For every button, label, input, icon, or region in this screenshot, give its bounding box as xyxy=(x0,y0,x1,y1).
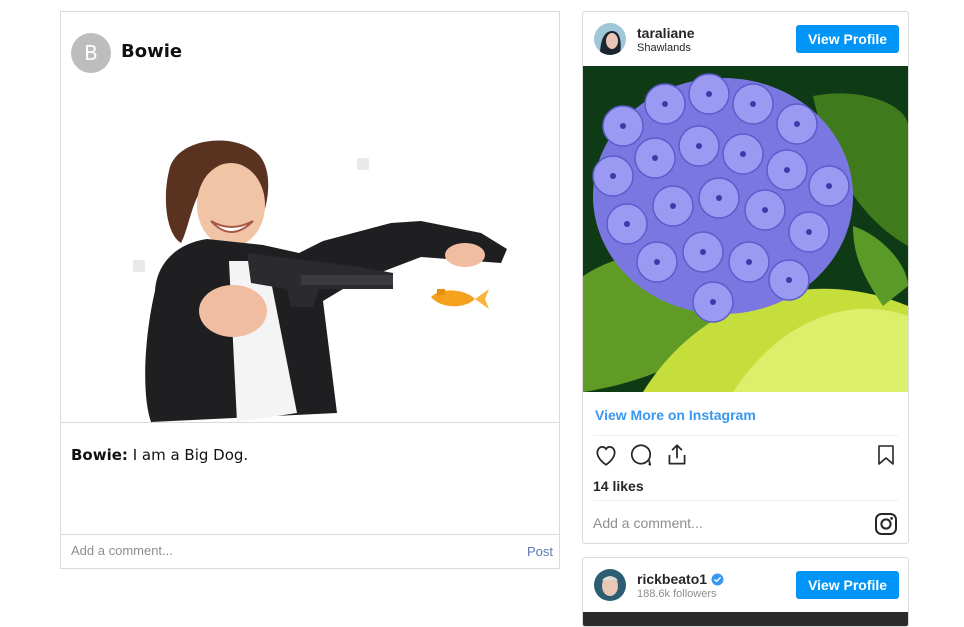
instagram-embed: rickbeato1 188.6k followers View Profile xyxy=(582,557,909,627)
heart-icon[interactable] xyxy=(593,442,619,473)
embed-actions xyxy=(583,440,908,472)
post-comment-row: Post xyxy=(61,534,559,570)
view-more-link[interactable]: View More on Instagram xyxy=(595,407,756,423)
comment-icon[interactable] xyxy=(628,442,654,473)
embed-photo[interactable] xyxy=(583,66,908,392)
instagram-embed: taraliane Shawlands View Profile View Mo… xyxy=(582,11,909,544)
likes-count[interactable]: 14 likes xyxy=(593,478,644,494)
verified-icon xyxy=(711,573,724,589)
embed-followers: 188.6k followers xyxy=(637,588,717,600)
caption-username[interactable]: Bowie: xyxy=(71,446,128,464)
embed-username[interactable]: taraliane xyxy=(637,25,695,41)
embed-location[interactable]: Shawlands xyxy=(637,42,691,54)
comment-input[interactable] xyxy=(71,543,471,558)
post-button[interactable]: Post xyxy=(527,544,553,559)
bookmark-icon[interactable] xyxy=(874,442,898,473)
embed-photo[interactable] xyxy=(583,612,908,626)
embed-username[interactable]: rickbeato1 xyxy=(637,571,724,589)
caption-text: I am a Big Dog. xyxy=(127,446,249,464)
view-profile-button[interactable]: View Profile xyxy=(796,25,899,53)
comment-input[interactable] xyxy=(593,515,853,531)
post-username[interactable]: Bowie xyxy=(121,41,182,62)
embed-header: taraliane Shawlands View Profile xyxy=(583,12,908,66)
divider xyxy=(593,500,898,501)
instagram-logo-icon[interactable] xyxy=(874,512,898,541)
post-caption: Bowie: I am a Big Dog. xyxy=(71,446,248,464)
embed-header: rickbeato1 188.6k followers View Profile xyxy=(583,558,908,612)
post-image xyxy=(61,93,559,423)
post-card: B Bowie Bowie: I am a Big Dog. Add a com… xyxy=(60,11,560,569)
divider xyxy=(593,435,898,436)
avatar[interactable] xyxy=(594,569,626,601)
embed-username-text: rickbeato1 xyxy=(637,571,708,587)
avatar[interactable] xyxy=(594,23,626,55)
view-profile-button[interactable]: View Profile xyxy=(796,571,899,599)
share-icon[interactable] xyxy=(664,442,690,473)
post-header: B Bowie xyxy=(61,12,559,94)
avatar[interactable]: B xyxy=(71,33,111,73)
